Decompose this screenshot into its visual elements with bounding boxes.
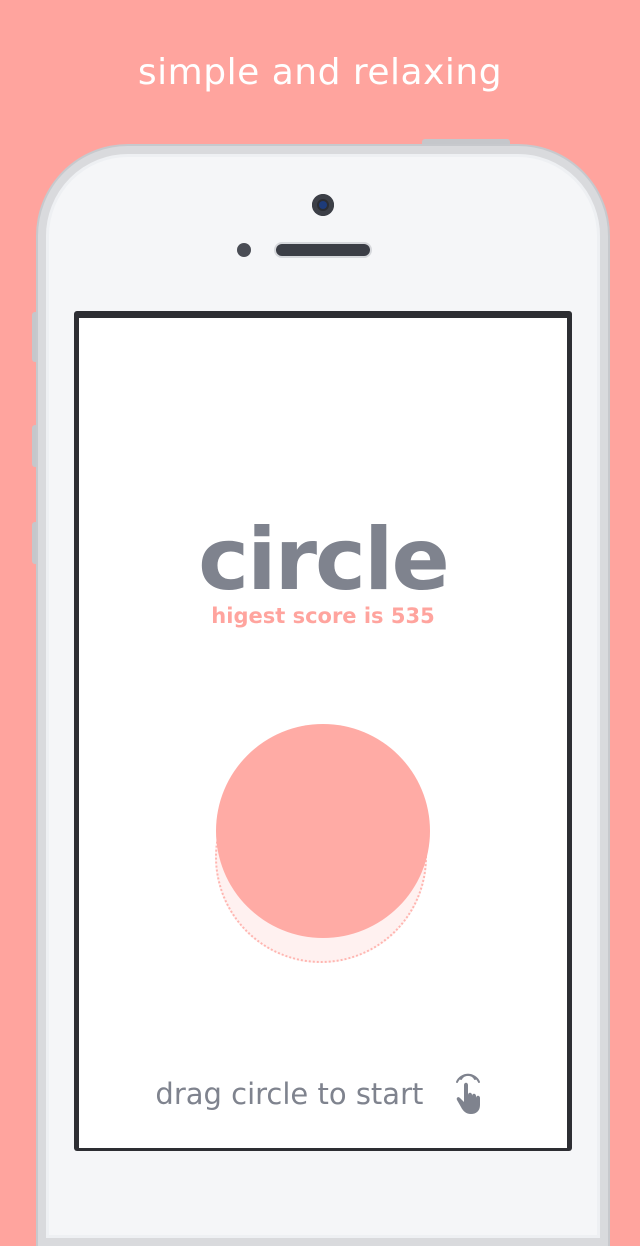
app-screen: circle higest score is 535 drag circle t… (79, 318, 567, 1148)
drag-hint-label: drag circle to start (155, 1077, 424, 1111)
earpiece-speaker (276, 244, 370, 256)
draggable-circle[interactable] (216, 724, 430, 938)
promo-tagline: simple and relaxing (137, 52, 503, 93)
highscore-label: higest score is 535 (211, 604, 435, 628)
front-camera-icon (312, 194, 334, 216)
circle-drag-area[interactable] (213, 721, 433, 971)
drag-hint: drag circle to start (79, 1073, 567, 1115)
tap-hand-icon (455, 1073, 480, 1114)
app-title: circle (198, 510, 450, 610)
camera-lens (319, 201, 327, 209)
proximity-sensor (237, 243, 251, 257)
